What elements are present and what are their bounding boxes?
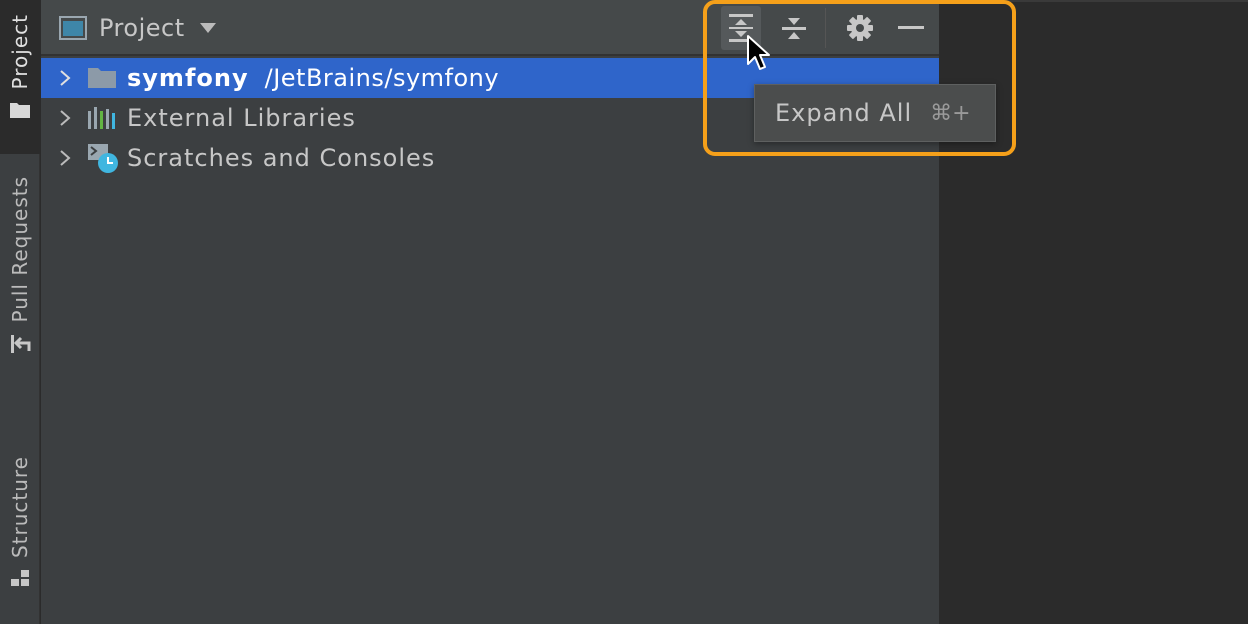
chevron-down-icon (199, 23, 216, 33)
gear-icon (847, 15, 873, 41)
chevron-right-icon[interactable] (41, 109, 87, 127)
chevron-right-icon[interactable] (41, 149, 87, 167)
pull-request-icon (11, 334, 31, 353)
mouse-cursor-icon (747, 35, 770, 70)
collapse-all-icon (782, 18, 806, 39)
folder-icon (10, 103, 30, 119)
folder-icon (87, 60, 123, 96)
project-view-title: Project (99, 14, 185, 42)
hide-button[interactable] (891, 6, 931, 50)
stripe-button-project[interactable]: Project (0, 0, 40, 154)
stripe-button-pull-requests[interactable]: Pull Requests (0, 176, 40, 366)
chevron-right-icon[interactable] (41, 69, 87, 87)
settings-button[interactable] (840, 6, 880, 50)
toolbar-separator (825, 8, 826, 48)
collapse-all-button[interactable] (774, 6, 814, 50)
tree-node-path: /JetBrains/symfony (264, 64, 500, 92)
structure-icon (11, 570, 29, 587)
expand-all-tooltip: Expand All ⌘+ (754, 84, 996, 142)
stripe-pull-requests-label: Pull Requests (8, 176, 32, 323)
project-view-selector[interactable]: Project (59, 10, 217, 46)
tree-node-label: symfony (127, 64, 249, 92)
tree-node-label: External Libraries (127, 104, 356, 132)
stripe-structure-label: Structure (8, 456, 32, 559)
stripe-project-label: Project (8, 14, 32, 90)
tree-node-label: Scratches and Consoles (127, 144, 436, 172)
stripe-button-structure[interactable]: Structure (0, 456, 40, 606)
project-view-icon (59, 16, 87, 40)
tool-window-stripe: Project Pull Requests Structure (0, 0, 40, 624)
project-panel-header: Project (41, 0, 939, 56)
tree-node-scratches[interactable]: Scratches and Consoles (41, 138, 939, 178)
scratches-icon (87, 140, 123, 176)
tooltip-shortcut: ⌘+ (930, 100, 971, 126)
minimize-icon (898, 26, 924, 29)
tooltip-label: Expand All (775, 99, 913, 127)
libraries-icon (87, 100, 123, 136)
